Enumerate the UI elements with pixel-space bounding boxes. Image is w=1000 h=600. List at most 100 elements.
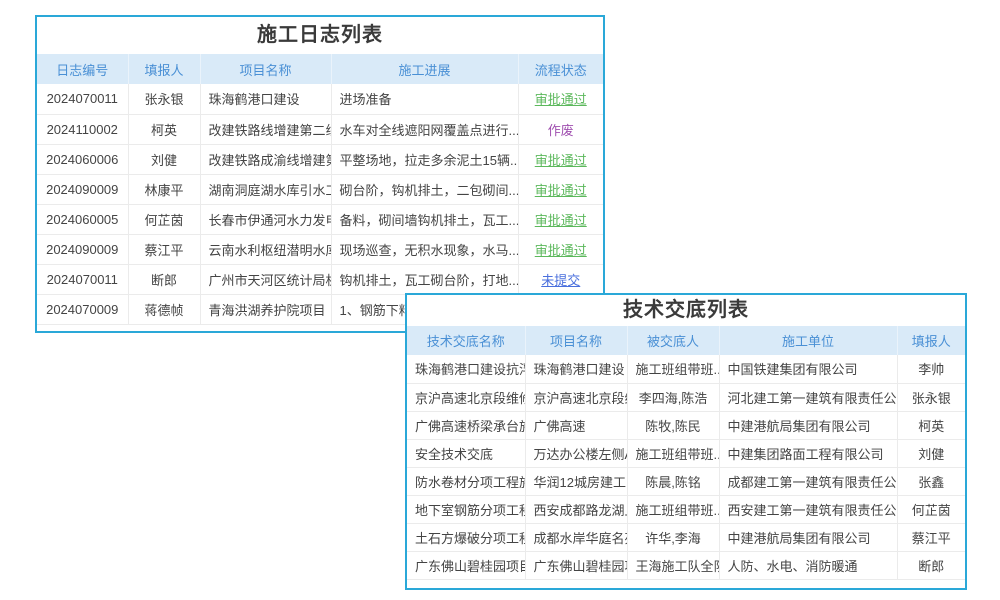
disclosure-reporter-link[interactable]: 蔡江平 bbox=[897, 523, 965, 551]
log-reporter-link[interactable]: 断郎 bbox=[128, 264, 200, 294]
log-project-link[interactable]: 改建铁路线增建第二线直... bbox=[200, 114, 331, 144]
page: 施工日志列表 日志编号 填报人 项目名称 施工进展 流程状态 202407001… bbox=[0, 0, 1000, 600]
table-row: 地下室钢筋分项工程... 西安成都路龙湖上... 施工班组带班... 西安建工第… bbox=[407, 495, 965, 523]
log-id-link[interactable]: 2024090009 bbox=[37, 174, 128, 204]
disclosure-unit-text: 中建港航局集团有限公司 bbox=[719, 411, 897, 439]
disclosure-col-name: 技术交底名称 bbox=[407, 326, 525, 355]
disclosure-col-unit: 施工单位 bbox=[719, 326, 897, 355]
disclosure-receiver-text: 许华,李海 bbox=[627, 523, 719, 551]
disclosure-name-link[interactable]: 防水卷材分项工程施... bbox=[407, 467, 525, 495]
disclosure-project-link[interactable]: 西安成都路龙湖上... bbox=[525, 495, 627, 523]
disclosure-reporter-link[interactable]: 何芷茵 bbox=[897, 495, 965, 523]
disclosure-reporter-link[interactable]: 张永银 bbox=[897, 383, 965, 411]
table-row: 2024070011 张永银 珠海鹤港口建设 进场准备 审批通过 bbox=[37, 84, 603, 114]
log-reporter-link[interactable]: 蔡江平 bbox=[128, 234, 200, 264]
log-id-link[interactable]: 2024060006 bbox=[37, 144, 128, 174]
table-row: 2024060006 刘健 改建铁路成渝线增建第二... 平整场地，拉走多余泥土… bbox=[37, 144, 603, 174]
disclosure-project-link[interactable]: 京沪高速北京段维修 bbox=[525, 383, 627, 411]
log-project-link[interactable]: 云南水利枢纽潜明水库一... bbox=[200, 234, 331, 264]
log-col-project: 项目名称 bbox=[200, 54, 331, 84]
disclosure-name-link[interactable]: 安全技术交底 bbox=[407, 439, 525, 467]
disclosure-unit-text: 中建集团路面工程有限公司 bbox=[719, 439, 897, 467]
disclosure-name-link[interactable]: 广东佛山碧桂园项目... bbox=[407, 551, 525, 579]
disclosure-reporter-link[interactable]: 刘健 bbox=[897, 439, 965, 467]
status-badge[interactable]: 作废 bbox=[548, 123, 574, 138]
log-col-id: 日志编号 bbox=[37, 54, 128, 84]
log-id-link[interactable]: 2024060005 bbox=[37, 204, 128, 234]
disclosure-unit-text: 人防、水电、消防暖通 bbox=[719, 551, 897, 579]
status-badge[interactable]: 未提交 bbox=[541, 273, 580, 288]
status-badge[interactable]: 审批通过 bbox=[535, 153, 587, 168]
disclosure-unit-text: 成都建工第一建筑有限责任公司 bbox=[719, 467, 897, 495]
log-col-progress: 施工进展 bbox=[331, 54, 518, 84]
log-col-reporter: 填报人 bbox=[128, 54, 200, 84]
log-project-link[interactable]: 广州市天河区统计局机房... bbox=[200, 264, 331, 294]
disclosure-name-link[interactable]: 广佛高速桥梁承台施... bbox=[407, 411, 525, 439]
disclosure-unit-text: 河北建工第一建筑有限责任公司 bbox=[719, 383, 897, 411]
disclosure-project-link[interactable]: 广东佛山碧桂园项目 bbox=[525, 551, 627, 579]
construction-log-title: 施工日志列表 bbox=[37, 17, 603, 54]
disclosure-name-link[interactable]: 土石方爆破分项工程... bbox=[407, 523, 525, 551]
disclosure-receiver-text: 李四海,陈浩 bbox=[627, 383, 719, 411]
status-badge[interactable]: 审批通过 bbox=[535, 183, 587, 198]
log-project-link[interactable]: 长春市伊通河水力发电厂... bbox=[200, 204, 331, 234]
disclosure-reporter-link[interactable]: 断郎 bbox=[897, 551, 965, 579]
disclosure-name-link[interactable]: 珠海鹤港口建设抗浮... bbox=[407, 355, 525, 383]
table-row: 珠海鹤港口建设抗浮... 珠海鹤港口建设 施工班组带班... 中国铁建集团有限公… bbox=[407, 355, 965, 383]
log-id-link[interactable]: 2024070009 bbox=[37, 294, 128, 324]
log-project-link[interactable]: 改建铁路成渝线增建第二... bbox=[200, 144, 331, 174]
log-reporter-link[interactable]: 张永银 bbox=[128, 84, 200, 114]
log-header-row: 日志编号 填报人 项目名称 施工进展 流程状态 bbox=[37, 54, 603, 84]
log-progress-text: 钩机排土，瓦工砌台阶，打地... bbox=[331, 264, 518, 294]
log-id-link[interactable]: 2024110002 bbox=[37, 114, 128, 144]
log-progress-text: 进场准备 bbox=[331, 84, 518, 114]
disclosure-receiver-text: 陈牧,陈民 bbox=[627, 411, 719, 439]
disclosure-receiver-text: 施工班组带班... bbox=[627, 355, 719, 383]
disclosure-receiver-text: 王海施工队全队 bbox=[627, 551, 719, 579]
log-project-link[interactable]: 青海洪湖养护院项目 bbox=[200, 294, 331, 324]
log-progress-text: 水车对全线遮阳网覆盖点进行... bbox=[331, 114, 518, 144]
table-row: 2024110002 柯英 改建铁路线增建第二线直... 水车对全线遮阳网覆盖点… bbox=[37, 114, 603, 144]
disclosure-name-link[interactable]: 京沪高速北京段维修... bbox=[407, 383, 525, 411]
table-row: 防水卷材分项工程施... 华润12城房建工... 陈晨,陈铭 成都建工第一建筑有… bbox=[407, 467, 965, 495]
construction-log-panel: 施工日志列表 日志编号 填报人 项目名称 施工进展 流程状态 202407001… bbox=[35, 15, 605, 333]
table-row: 2024090009 林康平 湖南洞庭湖水库引水工程... 砌台阶，钩机排土，二… bbox=[37, 174, 603, 204]
log-project-link[interactable]: 珠海鹤港口建设 bbox=[200, 84, 331, 114]
table-row: 2024070011 断郎 广州市天河区统计局机房... 钩机排土，瓦工砌台阶，… bbox=[37, 264, 603, 294]
log-id-link[interactable]: 2024070011 bbox=[37, 264, 128, 294]
log-reporter-link[interactable]: 林康平 bbox=[128, 174, 200, 204]
log-reporter-link[interactable]: 柯英 bbox=[128, 114, 200, 144]
disclosure-name-link[interactable]: 地下室钢筋分项工程... bbox=[407, 495, 525, 523]
table-row: 2024060005 何芷茵 长春市伊通河水力发电厂... 备料，砌间墙钩机排土… bbox=[37, 204, 603, 234]
disclosure-receiver-text: 陈晨,陈铭 bbox=[627, 467, 719, 495]
disclosure-col-reporter: 填报人 bbox=[897, 326, 965, 355]
table-row: 安全技术交底 万达办公楼左侧A... 施工班组带班... 中建集团路面工程有限公… bbox=[407, 439, 965, 467]
disclosure-project-link[interactable]: 珠海鹤港口建设 bbox=[525, 355, 627, 383]
disclosure-reporter-link[interactable]: 张鑫 bbox=[897, 467, 965, 495]
log-reporter-link[interactable]: 刘健 bbox=[128, 144, 200, 174]
status-badge[interactable]: 审批通过 bbox=[535, 213, 587, 228]
tech-disclosure-title: 技术交底列表 bbox=[407, 295, 965, 326]
disclosure-project-link[interactable]: 广佛高速 bbox=[525, 411, 627, 439]
log-reporter-link[interactable]: 何芷茵 bbox=[128, 204, 200, 234]
disclosure-col-project: 项目名称 bbox=[525, 326, 627, 355]
log-project-link[interactable]: 湖南洞庭湖水库引水工程... bbox=[200, 174, 331, 204]
log-progress-text: 砌台阶，钩机排土，二包砌间... bbox=[331, 174, 518, 204]
log-progress-text: 备料，砌间墙钩机排土，瓦工... bbox=[331, 204, 518, 234]
disclosure-project-link[interactable]: 万达办公楼左侧A... bbox=[525, 439, 627, 467]
disclosure-reporter-link[interactable]: 柯英 bbox=[897, 411, 965, 439]
status-badge[interactable]: 审批通过 bbox=[535, 243, 587, 258]
log-id-link[interactable]: 2024090009 bbox=[37, 234, 128, 264]
table-row: 京沪高速北京段维修... 京沪高速北京段维修 李四海,陈浩 河北建工第一建筑有限… bbox=[407, 383, 965, 411]
disclosure-project-link[interactable]: 华润12城房建工... bbox=[525, 467, 627, 495]
log-id-link[interactable]: 2024070011 bbox=[37, 84, 128, 114]
disclosure-unit-text: 中建港航局集团有限公司 bbox=[719, 523, 897, 551]
log-progress-text: 现场巡查，无积水现象，水马... bbox=[331, 234, 518, 264]
disclosure-project-link[interactable]: 成都水岸华庭名苑... bbox=[525, 523, 627, 551]
log-reporter-link[interactable]: 蒋德帧 bbox=[128, 294, 200, 324]
table-row: 2024090009 蔡江平 云南水利枢纽潜明水库一... 现场巡查，无积水现象… bbox=[37, 234, 603, 264]
status-badge[interactable]: 审批通过 bbox=[535, 92, 587, 107]
log-col-status: 流程状态 bbox=[518, 54, 603, 84]
disclosure-reporter-link[interactable]: 李帅 bbox=[897, 355, 965, 383]
construction-log-table: 日志编号 填报人 项目名称 施工进展 流程状态 2024070011 张永银 珠… bbox=[37, 54, 603, 325]
